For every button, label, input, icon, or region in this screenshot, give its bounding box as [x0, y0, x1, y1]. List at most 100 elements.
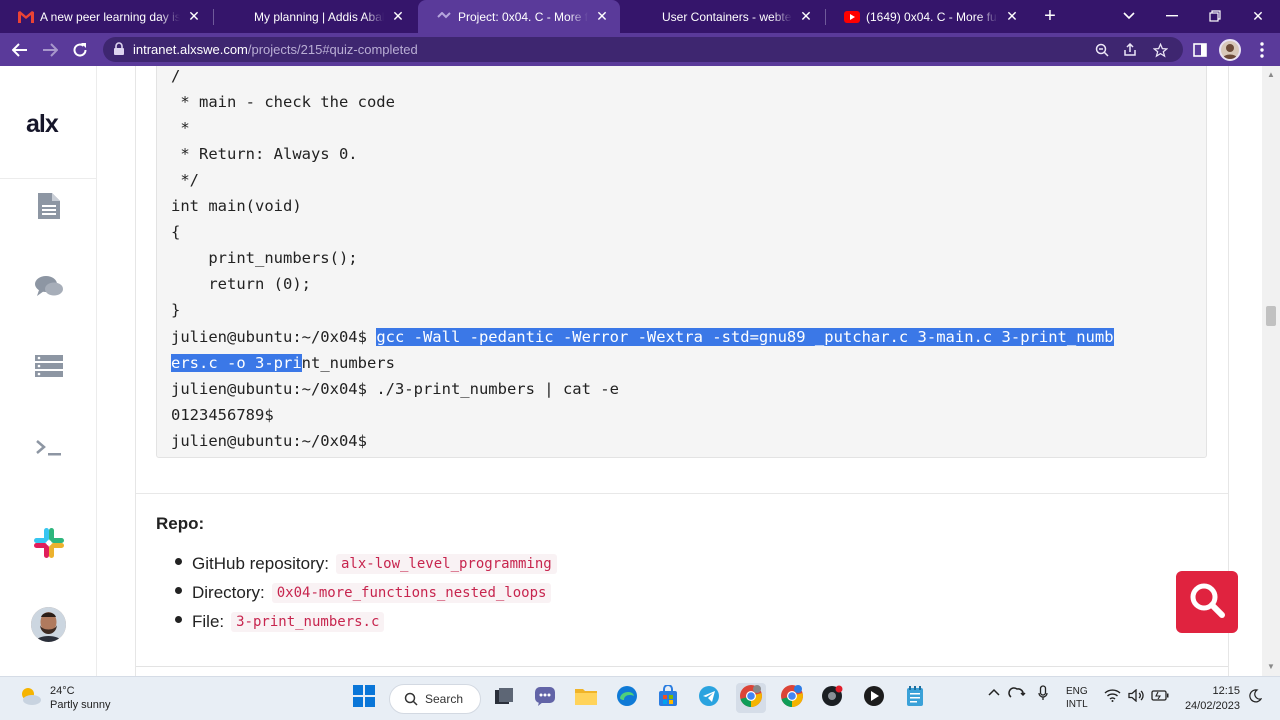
close-icon[interactable]: ✕ [390, 8, 406, 25]
reload-icon[interactable] [67, 37, 93, 63]
onedrive-sync-icon[interactable] [1008, 685, 1026, 704]
taskbar-app-chrome-profile[interactable] [777, 683, 807, 713]
forward-arrow-icon[interactable] [37, 37, 63, 63]
youtube-icon [844, 9, 860, 25]
windows-icon [353, 684, 375, 712]
weather-widget[interactable]: 24°C Partly sunny [18, 684, 111, 712]
start-button[interactable] [349, 683, 379, 713]
restore-icon[interactable] [1203, 4, 1227, 28]
microphone-icon[interactable] [1038, 685, 1048, 704]
browser-tab-strip: A new peer learning day is n ✕ My planni… [0, 0, 1280, 33]
code-line: print_numbers(); [171, 249, 358, 267]
profile-avatar[interactable] [1219, 39, 1241, 61]
clock-time: 12:15 [1212, 685, 1240, 697]
list-bullet [175, 558, 182, 565]
language-indicator[interactable]: ENG INTL [1066, 685, 1088, 711]
scroll-up-icon[interactable]: ▲ [1266, 70, 1276, 80]
repo-value: 0x04-more_functions_nested_loops [271, 583, 552, 603]
browser-tab-project[interactable]: Project: 0x04. C - More functi ✕ [418, 0, 620, 33]
scrollbar-thumb[interactable] [1266, 306, 1276, 326]
taskbar-app-store[interactable] [653, 683, 683, 713]
taskbar-app-file-explorer[interactable] [571, 683, 601, 713]
code-line: } [171, 301, 181, 319]
server-icon [34, 354, 64, 383]
selected-text[interactable]: ers.c -o 3-pri [171, 354, 302, 372]
close-icon[interactable]: ✕ [1004, 8, 1020, 25]
scroll-down-icon[interactable]: ▼ [1266, 662, 1276, 672]
repo-item-directory: Directory: 0x04-more_functions_nested_lo… [175, 579, 892, 607]
taskbar-app-media-player[interactable] [859, 683, 889, 713]
taskbar-app-chrome-active[interactable] [736, 683, 766, 713]
task-view-button[interactable] [489, 683, 519, 713]
search-icon [1187, 580, 1227, 625]
page-scrollbar[interactable]: ▲ ▼ [1262, 66, 1280, 676]
repo-label: Directory: [192, 583, 265, 602]
alx-logo[interactable]: alx [26, 110, 59, 139]
repo-item-file: File: 3-print_numbers.c [175, 608, 892, 636]
shell-prompt-final: julien@ubuntu:~/0x04$ [171, 432, 367, 450]
search-floating-button[interactable] [1176, 571, 1238, 633]
close-window-icon[interactable]: ✕ [1246, 4, 1270, 28]
windows-taskbar: 24°C Partly sunny Search ENG INTL 12:15 … [0, 676, 1280, 720]
url-path: /projects/215#quiz-completed [247, 42, 418, 57]
sidebar-item-servers[interactable] [34, 353, 64, 383]
share-icon[interactable] [1121, 41, 1139, 59]
sidebar-item-projects[interactable] [34, 192, 64, 225]
tray-chevron-up-icon[interactable] [988, 687, 1000, 699]
taskbar-app-edge[interactable] [612, 683, 642, 713]
user-avatar[interactable] [31, 607, 66, 642]
back-arrow-icon[interactable] [7, 37, 33, 63]
taskbar-app-github[interactable] [818, 683, 848, 713]
document-icon [37, 192, 61, 225]
command-text: nt_numbers [301, 354, 395, 372]
side-panel-icon[interactable] [1187, 37, 1213, 63]
edge-icon [616, 685, 638, 712]
code-block: / * main - check the code * * Return: Al… [156, 66, 1207, 458]
taskbar-clock[interactable]: 12:15 24/02/2023 [1180, 684, 1240, 714]
close-icon[interactable]: ✕ [186, 8, 202, 25]
taskbar-app-telegram[interactable] [694, 683, 724, 713]
battery-icon[interactable] [1151, 690, 1169, 704]
taskbar-app-notepad[interactable] [900, 683, 930, 713]
taskbar-search[interactable]: Search [389, 684, 481, 714]
browser-tab-youtube[interactable]: (1649) 0x04. C - More functic ✕ [826, 0, 1030, 33]
selected-text[interactable]: gcc -Wall -pedantic -Werror -Wextra -std… [376, 328, 1114, 346]
focus-moon-icon[interactable] [1248, 689, 1263, 706]
close-icon[interactable]: ✕ [798, 8, 814, 25]
slack-icon [32, 526, 66, 565]
teams-chat-icon [534, 685, 556, 712]
volume-icon[interactable] [1128, 688, 1144, 705]
bookmark-star-icon[interactable] [1151, 41, 1169, 59]
alx-icon [232, 9, 248, 25]
weather-temp: 24°C [50, 685, 75, 697]
minimize-icon[interactable] [1160, 4, 1184, 28]
browser-tab-planning[interactable]: My planning | Addis Ababa I ✕ [214, 0, 416, 33]
gmail-icon [18, 9, 34, 25]
sidebar-item-discussions[interactable] [34, 274, 64, 304]
browser-tab-webterm[interactable]: User Containers - webterm | ✕ [622, 0, 824, 33]
alx-icon [640, 9, 656, 25]
zoom-icon[interactable] [1093, 41, 1111, 59]
sidebar-item-sandboxes[interactable] [34, 435, 64, 465]
browser-toolbar: intranet.alxswe.com/projects/215#quiz-co… [0, 33, 1280, 66]
clock-date: 24/02/2023 [1184, 700, 1240, 712]
search-label: Search [425, 692, 464, 706]
browser-tab-gmail[interactable]: A new peer learning day is n ✕ [0, 0, 212, 33]
list-bullet [175, 587, 182, 594]
sidebar-item-slack[interactable] [34, 527, 64, 560]
wifi-icon[interactable] [1104, 689, 1121, 705]
code-line: */ [171, 171, 199, 189]
repo-heading: Repo: [156, 514, 205, 533]
close-icon[interactable]: ✕ [594, 8, 610, 25]
repo-item-github: GitHub repository: alx-low_level_program… [175, 550, 892, 578]
tab-search-chevron-icon[interactable] [1117, 4, 1141, 28]
menu-kebab-icon[interactable] [1249, 37, 1275, 63]
taskbar-app-teams[interactable] [530, 683, 560, 713]
code-line: / [171, 67, 181, 85]
command-text: ./3-print_numbers | cat -e [376, 380, 619, 398]
weather-text: 24°C Partly sunny [50, 684, 111, 712]
address-bar[interactable]: intranet.alxswe.com/projects/215#quiz-co… [103, 37, 1183, 62]
store-icon [657, 683, 679, 712]
code-line: * main - check the code [171, 93, 395, 111]
new-tab-button[interactable]: + [1038, 4, 1062, 28]
